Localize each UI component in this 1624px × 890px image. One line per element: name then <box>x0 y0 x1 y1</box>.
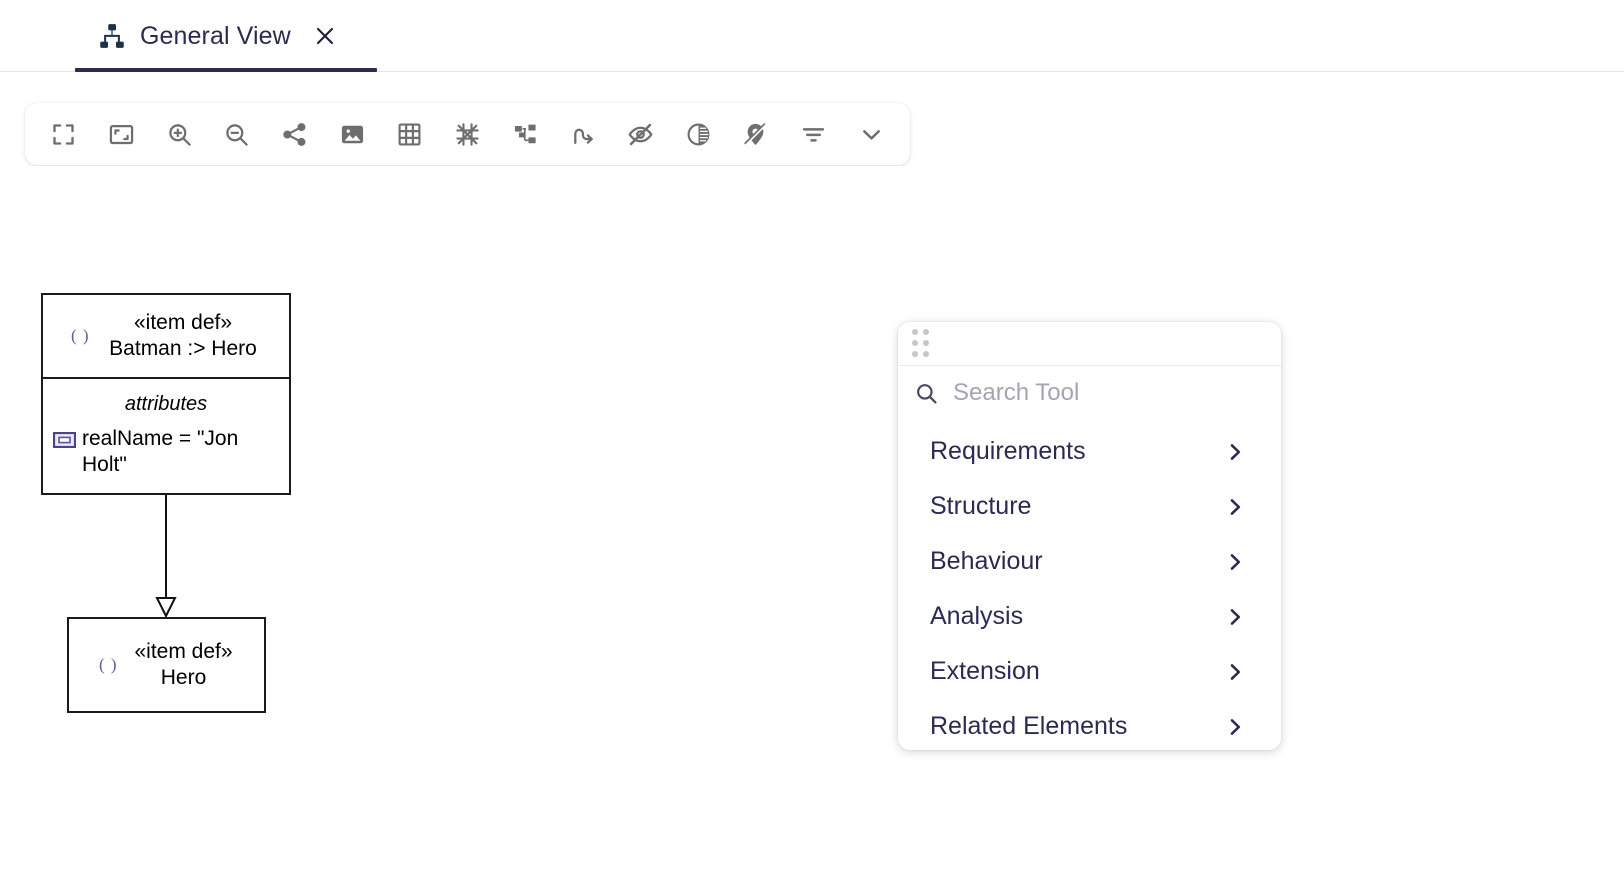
node-title: «item def» Batman :> Hero <box>65 310 267 362</box>
hierarchy-icon <box>97 21 127 51</box>
palette-item-label: Behaviour <box>930 547 1043 576</box>
node-name: Batman :> Hero <box>109 336 257 362</box>
attribute-row[interactable]: realName = "Jon Holt" <box>43 426 289 478</box>
palette-item-behaviour[interactable]: Behaviour <box>898 534 1281 589</box>
tab-label: General View <box>140 22 291 51</box>
toggle-grid-button[interactable] <box>381 110 439 158</box>
palette-search-row[interactable] <box>898 366 1281 420</box>
drag-handle-icon <box>912 329 930 358</box>
node-header: ( ) «item def» Batman :> Hero <box>43 295 289 379</box>
palette-item-related-elements[interactable]: Related Elements <box>898 699 1281 750</box>
center-content-button[interactable] <box>93 110 151 158</box>
palette-item-extension[interactable]: Extension <box>898 644 1281 699</box>
attribute-text: realName = "Jon Holt" <box>82 426 281 478</box>
node-stereotype: «item def» <box>109 310 257 336</box>
fit-to-screen-button[interactable] <box>35 110 93 158</box>
item-def-icon: ( ) <box>99 655 118 675</box>
tool-palette: Requirements Structure Behaviour <box>898 322 1281 750</box>
chevron-right-icon <box>1223 550 1247 574</box>
diagram-canvas[interactable]: ( ) «item def» Batman :> Hero attributes… <box>0 166 1624 890</box>
hide-elements-button[interactable] <box>612 110 670 158</box>
auto-layout-button[interactable] <box>496 110 554 158</box>
chevron-right-icon <box>1223 715 1247 739</box>
item-def-icon: ( ) <box>71 326 90 346</box>
palette-item-analysis[interactable]: Analysis <box>898 589 1281 644</box>
palette-item-list: Requirements Structure Behaviour <box>898 420 1281 750</box>
attributes-compartment: attributes realName = "Jon Holt" <box>43 379 289 478</box>
zoom-out-button[interactable] <box>208 110 266 158</box>
node-header: ( ) «item def» Hero <box>69 619 264 711</box>
palette-drag-handle[interactable] <box>898 322 1281 366</box>
palette-item-label: Requirements <box>930 437 1086 466</box>
palette-item-label: Extension <box>930 657 1040 686</box>
tab-general-view[interactable]: General View <box>75 0 360 72</box>
search-input[interactable] <box>953 379 1265 407</box>
palette-item-label: Related Elements <box>930 712 1127 741</box>
chevron-right-icon <box>1223 440 1247 464</box>
palette-item-label: Structure <box>930 492 1031 521</box>
edge-specialization[interactable] <box>0 166 1624 890</box>
close-icon[interactable] <box>312 23 338 49</box>
routing-style-button[interactable] <box>554 110 612 158</box>
filter-button[interactable] <box>785 110 843 158</box>
export-image-button[interactable] <box>323 110 381 158</box>
zoom-in-button[interactable] <box>150 110 208 158</box>
chevron-right-icon <box>1223 495 1247 519</box>
active-tab-indicator <box>75 68 377 72</box>
palette-item-structure[interactable]: Structure <box>898 479 1281 534</box>
chevron-right-icon <box>1223 660 1247 684</box>
palette-item-requirements[interactable]: Requirements <box>898 424 1281 479</box>
attribute-icon <box>53 432 76 448</box>
search-icon <box>914 381 939 406</box>
more-options-button[interactable] <box>842 110 900 158</box>
diagram-node-hero[interactable]: ( ) «item def» Hero <box>67 617 266 713</box>
snap-to-grid-button[interactable] <box>439 110 497 158</box>
theme-contrast-button[interactable] <box>669 110 727 158</box>
diagram-node-batman[interactable]: ( ) «item def» Batman :> Hero attributes… <box>41 293 291 495</box>
share-button[interactable] <box>266 110 324 158</box>
compartment-title: attributes <box>43 393 289 416</box>
diagram-toolbar <box>25 103 910 165</box>
node-stereotype: «item def» <box>134 639 232 665</box>
palette-item-label: Analysis <box>930 602 1023 631</box>
tab-bar: General View <box>0 0 1624 72</box>
chevron-right-icon <box>1223 605 1247 629</box>
node-name: Hero <box>134 665 232 691</box>
hide-markers-button[interactable] <box>727 110 785 158</box>
